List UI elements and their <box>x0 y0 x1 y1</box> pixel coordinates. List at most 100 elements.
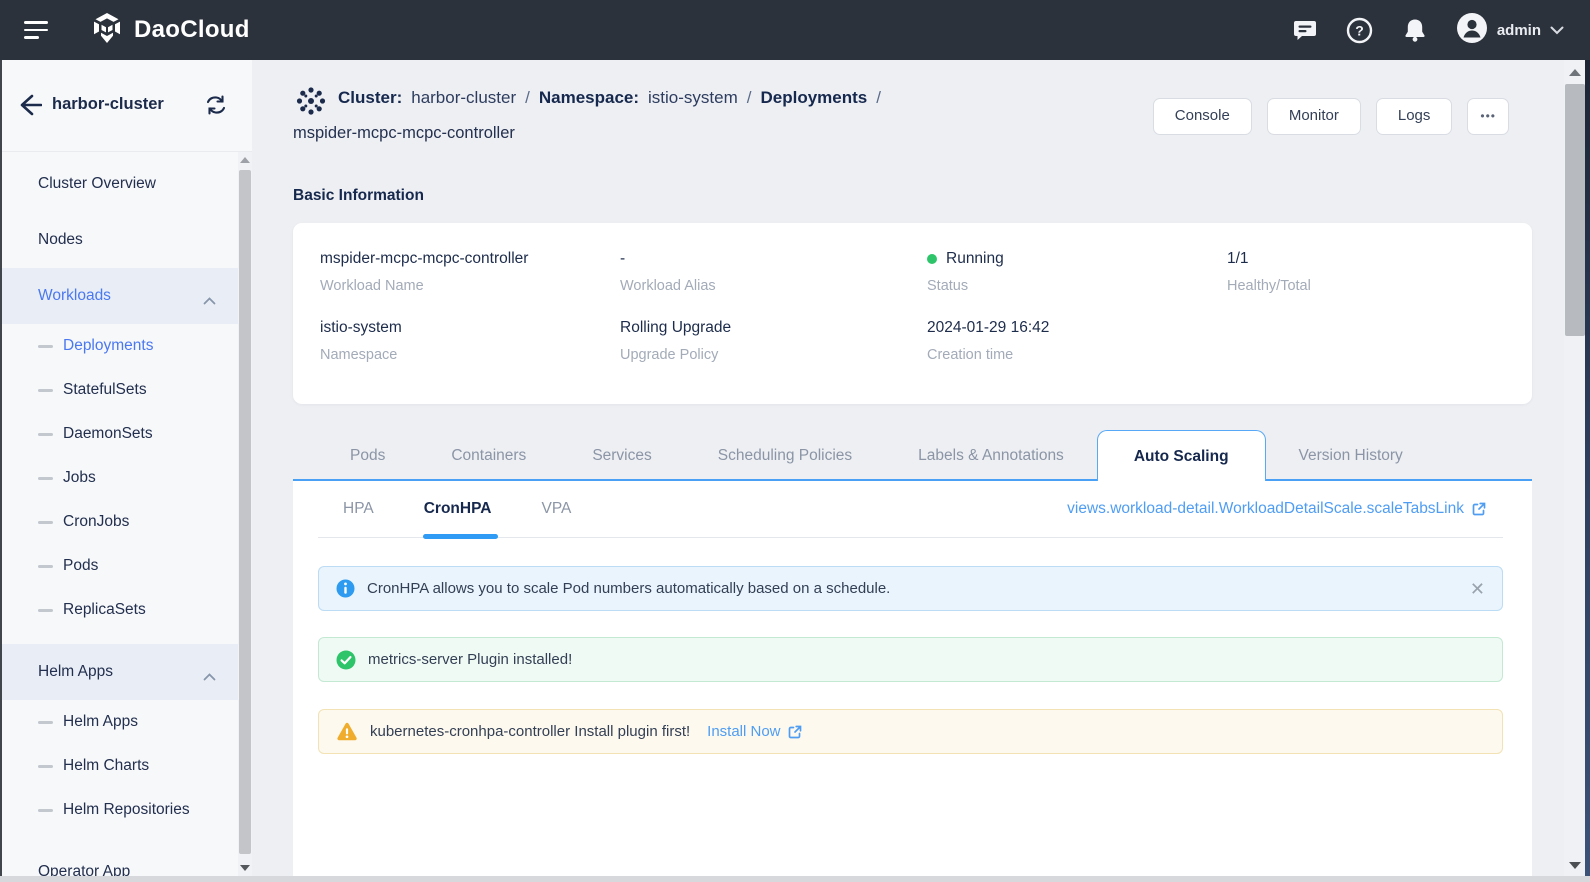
scroll-down-icon[interactable] <box>240 865 250 871</box>
sidebar-scroll-thumb[interactable] <box>239 170 251 854</box>
sidebar-item-operator-app[interactable]: Operator App <box>0 844 252 876</box>
top-navbar: DaoCloud ? admin <box>0 0 1590 60</box>
sidebar-item-statefulsets[interactable]: StatefulSets <box>0 368 252 412</box>
success-banner-text: metrics-server Plugin installed! <box>368 651 573 668</box>
sidebar-item-cronjobs[interactable]: CronJobs <box>0 500 252 544</box>
svg-text:?: ? <box>1356 22 1365 38</box>
sidebar-header: harbor-cluster <box>0 60 252 152</box>
back-arrow-icon[interactable] <box>16 92 43 118</box>
sidebar-item-helm-apps[interactable]: Helm Apps <box>0 700 252 744</box>
sidebar-item-helm-repositories[interactable]: Helm Repositories <box>0 788 252 832</box>
breadcrumb-cluster-value[interactable]: harbor-cluster <box>411 88 516 108</box>
info-icon <box>336 579 355 598</box>
menu-icon[interactable] <box>24 21 48 39</box>
info-banner-text: CronHPA allows you to scale Pod numbers … <box>367 580 891 597</box>
avatar-icon <box>1456 12 1488 49</box>
sidebar-group-workloads[interactable]: Workloads <box>0 268 252 324</box>
dash-icon <box>38 564 53 568</box>
cluster-dots-icon <box>293 83 329 124</box>
subtab-vpa[interactable]: VPA <box>516 481 596 537</box>
scale-tabs-link[interactable]: views.workload-detail.WorkloadDetailScal… <box>1067 481 1487 537</box>
daocloud-workload-detail-screen: DaoCloud ? admin harbor-cluster Cluster … <box>0 0 1590 882</box>
sidebar-item-pods[interactable]: Pods <box>0 544 252 588</box>
scroll-up-icon[interactable] <box>1569 69 1581 76</box>
dash-icon <box>38 432 53 436</box>
subtab-cronhpa[interactable]: CronHPA <box>399 481 517 539</box>
window-bottom-edge <box>0 876 1590 882</box>
user-name: admin <box>1496 21 1541 39</box>
daocloud-cube-icon <box>90 11 124 50</box>
breadcrumb-separator: / <box>876 88 881 107</box>
breadcrumb-cluster-label: Cluster: <box>338 88 403 107</box>
external-link-icon <box>1472 502 1486 516</box>
dash-icon <box>38 344 53 348</box>
scroll-down-icon[interactable] <box>1569 862 1581 869</box>
install-now-link[interactable]: Install Now <box>707 723 802 740</box>
more-actions-button[interactable]: ••• <box>1467 98 1509 135</box>
sidebar-item-helm-charts[interactable]: Helm Charts <box>0 744 252 788</box>
console-button[interactable]: Console <box>1152 98 1252 135</box>
tab-scheduling-policies[interactable]: Scheduling Policies <box>685 430 885 481</box>
chevron-up-icon <box>203 292 216 310</box>
dash-icon <box>38 808 53 812</box>
cronhpa-info-banner: CronHPA allows you to scale Pod numbers … <box>318 566 1503 611</box>
basic-information-card: mspider-mcpc-mcpc-controller Workload Na… <box>293 223 1532 404</box>
switch-cluster-icon[interactable] <box>204 93 228 117</box>
sidebar-nav: Cluster Overview Nodes Workloads Deploym… <box>0 152 252 876</box>
external-link-icon <box>788 725 801 738</box>
warning-icon <box>337 722 357 740</box>
tab-services[interactable]: Services <box>559 430 684 481</box>
breadcrumb-namespace-value[interactable]: istio-system <box>648 88 738 108</box>
scroll-up-icon[interactable] <box>240 157 250 163</box>
basic-information-title: Basic Information <box>293 187 424 204</box>
notifications-bell-icon[interactable] <box>1401 16 1429 44</box>
brand-name: DaoCloud <box>134 16 250 43</box>
sidebar-item-replicasets[interactable]: ReplicaSets <box>0 588 252 632</box>
workload-name: mspider-mcpc-mcpc-controller <box>293 124 515 142</box>
user-menu[interactable]: admin <box>1456 12 1564 49</box>
chevron-up-icon <box>203 668 216 686</box>
breadcrumb-deployments[interactable]: Deployments <box>760 88 867 108</box>
header-actions: Console Monitor Logs ••• <box>1152 98 1509 135</box>
tab-labels-annotations[interactable]: Labels & Annotations <box>885 430 1097 481</box>
tab-pods[interactable]: Pods <box>317 430 418 481</box>
sidebar-item-daemonsets[interactable]: DaemonSets <box>0 412 252 456</box>
tab-auto-scaling[interactable]: Auto Scaling <box>1096 430 1266 481</box>
sidebar-item-cluster-overview[interactable]: Cluster Overview <box>0 156 252 212</box>
dash-icon <box>38 764 53 768</box>
close-icon[interactable]: ✕ <box>1470 580 1485 598</box>
tab-containers[interactable]: Containers <box>418 430 559 481</box>
brand-logo[interactable]: DaoCloud <box>90 11 250 50</box>
page-scroll-thumb[interactable] <box>1565 84 1585 336</box>
sidebar-item-nodes[interactable]: Nodes <box>0 212 252 268</box>
breadcrumb-separator: / <box>525 88 530 107</box>
logs-button[interactable]: Logs <box>1375 98 1453 135</box>
tab-version-history[interactable]: Version History <box>1266 430 1436 481</box>
help-icon[interactable]: ? <box>1346 16 1374 44</box>
breadcrumb-separator: / <box>746 88 752 107</box>
status-running-dot <box>927 254 937 264</box>
cronhpa-plugin-warning-banner: kubernetes-cronhpa-controller Install pl… <box>318 709 1503 754</box>
breadcrumb-namespace-label: Namespace: <box>538 88 640 107</box>
dash-icon <box>38 608 53 612</box>
monitor-button[interactable]: Monitor <box>1266 98 1361 135</box>
sidebar-scrollbar[interactable] <box>238 152 252 876</box>
field-workload-alias: - Workload Alias <box>620 250 716 294</box>
sidebar-item-jobs[interactable]: Jobs <box>0 456 252 500</box>
sidebar-item-deployments[interactable]: Deployments <box>0 324 252 368</box>
main-content: Cluster: harbor-cluster / Namespace: ist… <box>252 60 1564 876</box>
messages-icon[interactable] <box>1291 16 1319 44</box>
breadcrumb: Cluster: harbor-cluster / Namespace: ist… <box>338 88 881 108</box>
page-scrollbar[interactable] <box>1564 60 1586 876</box>
sidebar-cluster-name: harbor-cluster <box>52 95 164 113</box>
sidebar-group-helm-apps[interactable]: Helm Apps <box>0 644 252 700</box>
subtab-hpa[interactable]: HPA <box>318 481 399 537</box>
sidebar: harbor-cluster Cluster Overview Nodes Wo… <box>0 60 252 876</box>
window-right-edge <box>1585 60 1590 882</box>
success-check-icon <box>336 650 356 669</box>
dash-icon <box>38 520 53 524</box>
dash-icon <box>38 388 53 392</box>
field-healthy-total: 1/1 Healthy/Total <box>1227 250 1311 294</box>
scale-subtabs: HPA CronHPA VPA views.workload-detail.Wo… <box>318 481 1503 539</box>
auto-scaling-panel: HPA CronHPA VPA views.workload-detail.Wo… <box>293 481 1532 876</box>
